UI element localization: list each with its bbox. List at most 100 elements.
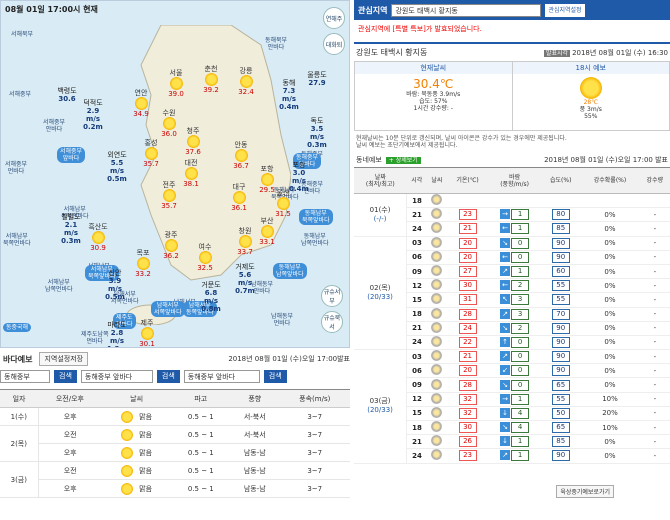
buoy-marker[interactable]: 신안 3.9 m/s 0.5m [100, 269, 130, 301]
current-humidity: 습도: 57% [419, 98, 448, 105]
weather-cell [426, 321, 448, 336]
city-name: 대구 [232, 183, 246, 191]
city-marker[interactable]: 울산 31.5 [268, 189, 298, 218]
dong-forecast-table: 날짜 (최저/최고) 시각 날씨 기온(℃) 바람 (풍향/m/s) 습도(%) 강수확률(… [354, 167, 670, 464]
region-select[interactable]: 강원도 태백시 황지동 [391, 3, 542, 17]
city-marker[interactable]: 여수 32.5 [190, 243, 220, 272]
city-marker[interactable]: 강릉 32.4 [231, 67, 261, 96]
city-name: 포항 [260, 165, 274, 173]
map-button-kyushu-northwest[interactable]: 규슈북서 [321, 311, 343, 333]
buoy-marker[interactable]: 독도 3.5 m/s 0.3m [302, 117, 332, 149]
weather-icon [431, 250, 443, 262]
weather-icon [431, 421, 443, 433]
precip-amount-cell: - [639, 349, 670, 365]
sea-area-button[interactable]: 동해남부 남쪽앞바다 [273, 263, 307, 279]
city-marker[interactable]: 서울 39.0 [161, 69, 191, 98]
weather-label: 맑음 [139, 466, 153, 475]
hour-cell: 24 [406, 448, 427, 464]
city-marker[interactable]: 전주 35.7 [154, 181, 184, 210]
buoy-marker[interactable]: 거제도 5.6 m/s 0.7m [230, 263, 260, 295]
sea-select-3[interactable]: 동해중부 앞바다 [183, 370, 260, 383]
map-button-kyushu-west[interactable]: 규슈서부 [321, 285, 343, 307]
weather-icon [431, 406, 443, 418]
sea-forecast-tab[interactable]: 바다예보 [0, 352, 35, 367]
buoy-name: 거문도 [201, 281, 221, 289]
save-region-button[interactable]: 지역설정저장 [39, 352, 89, 366]
sea-forecast-time: 2018년 08월 01일 (수)오일 17:00발표 [228, 355, 350, 363]
city-temp: 39.2 [203, 86, 219, 94]
ampm: 오후 [38, 407, 102, 426]
weather-cell [426, 377, 448, 393]
precip-prob-cell: 20% [580, 406, 640, 422]
search-button-1[interactable]: 검색 [54, 370, 77, 383]
hour-cell: 12 [406, 392, 427, 407]
buoy-name: 동해 [282, 79, 296, 87]
humidity-value: 60 [551, 266, 570, 278]
search-button-2[interactable]: 검색 [156, 370, 180, 383]
buoy-marker[interactable]: 칠발도 2.1 m/s 0.3m [56, 213, 86, 245]
search-button-3[interactable]: 검색 [263, 370, 287, 383]
weather-cell [426, 193, 448, 209]
buoy-marker[interactable]: 외연도 5.5 m/s 0.5m [102, 151, 132, 183]
weather-cell [426, 236, 448, 251]
sea-area-button[interactable]: 남해서부 서쪽앞바다 [151, 301, 185, 317]
sea-select-2[interactable]: 동해중부 앞바다 [80, 370, 153, 383]
temp-value: 30 [458, 422, 477, 434]
city-marker[interactable]: 청주 37.6 [178, 127, 208, 156]
sea-area-button[interactable]: 동해남부 북쪽앞바다 [299, 209, 333, 225]
wind-cell: ↗ 3 [488, 307, 542, 322]
humidity-value: 85 [551, 223, 570, 235]
announce-badge: 발표시각 [543, 49, 571, 57]
buoy-marker[interactable]: 울릉도 27.9 [302, 71, 332, 87]
city-marker[interactable]: 창원 33.7 [230, 227, 260, 256]
wind-value: 4 [511, 407, 530, 419]
city-temp: 30.9 [90, 244, 106, 252]
buoy-value: 5.5 m/s 0.5m [107, 159, 127, 183]
buoy-marker[interactable]: 거문도 6.8 m/s 0.8m [196, 281, 226, 313]
wind-arrow-icon: ↘ [500, 379, 511, 390]
map-button-daehwatoe[interactable]: 대화퇴 [323, 33, 345, 55]
sun-icon [121, 410, 134, 423]
buoy-marker[interactable]: 덕적도 2.9 m/s 0.2m [78, 99, 108, 131]
hour-cell: 21 [406, 321, 427, 336]
city-temp: 36.2 [163, 252, 179, 260]
mid-term-forecast-button[interactable]: 육상중기예보로가기 [556, 485, 614, 498]
weather-icon [431, 364, 443, 376]
sun-icon [164, 239, 178, 252]
city-marker[interactable]: 목포 33.2 [128, 249, 158, 278]
precip-prob-cell: 0% [580, 292, 640, 308]
precip-prob-cell: 0% [580, 448, 640, 464]
region-setting-button[interactable]: 관심지역설정 [545, 3, 585, 17]
temp-value: 30 [458, 280, 477, 292]
city-marker[interactable]: 대구 36.1 [224, 183, 254, 212]
buoy-marker[interactable]: 동해 7.3 m/s 0.4m [274, 79, 304, 111]
wind-value: 4 [511, 422, 530, 434]
ampm: 오전 [38, 461, 102, 480]
detail-button[interactable]: + 상세보기 [385, 157, 421, 164]
buoy-marker[interactable]: 포항 3.0 m/s 0.4m [284, 161, 314, 193]
sea-select-1[interactable]: 동해중부 [0, 370, 50, 383]
temp-cell: 32 [447, 406, 489, 422]
weather-cell [426, 406, 448, 422]
hour-cell: 18 [406, 307, 427, 322]
hour-cell: 06 [406, 363, 427, 379]
humidity-value: 90 [551, 336, 570, 348]
city-marker[interactable]: 연안 34.9 [126, 89, 156, 118]
day-minmax: (20/33) [367, 406, 393, 415]
city-marker[interactable]: 춘천 39.2 [196, 65, 226, 94]
sun-icon [134, 97, 148, 110]
city-marker[interactable]: 제주 30.1 [132, 319, 162, 347]
sea-area-button[interactable]: 동중국해 [3, 323, 32, 332]
precip-amount-cell: - [639, 392, 670, 407]
buoy-marker[interactable]: 마라도2.8 m/s 1.2m [102, 321, 132, 347]
buoy-name: 백령도 [57, 87, 77, 95]
zone-label: 서해남부 남쪽먼바다 [45, 279, 73, 293]
day-label: 01(수) [369, 205, 391, 214]
map-button-yeonhaeju[interactable]: 연해주 [323, 7, 345, 29]
city-marker[interactable]: 흑산도 30.9 [83, 223, 113, 252]
sea-area-button[interactable]: 서해중부 앞바다 [57, 147, 86, 163]
city-marker[interactable]: 홍성 35.7 [136, 139, 166, 168]
temp-value: 28 [458, 308, 477, 320]
precip-prob-cell: 10% [580, 392, 640, 407]
city-marker[interactable]: 광주 36.2 [156, 231, 186, 260]
